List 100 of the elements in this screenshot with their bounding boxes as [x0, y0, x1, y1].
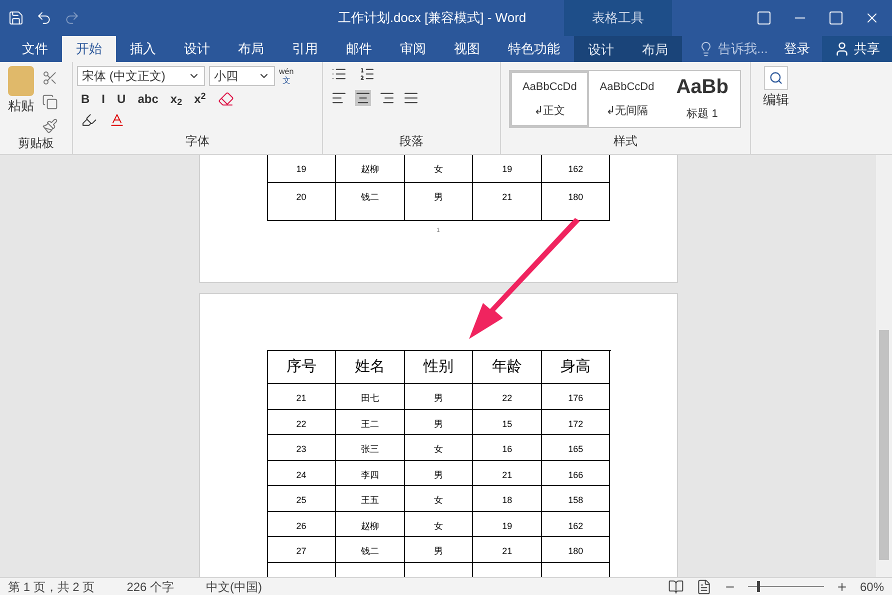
read-mode-icon[interactable]	[668, 578, 684, 594]
table-cell: 19	[473, 512, 542, 537]
table-cell: 21	[473, 183, 542, 221]
table-cell: 序号	[268, 351, 336, 384]
restore-icon[interactable]	[756, 10, 772, 26]
align-right-icon[interactable]	[379, 90, 395, 106]
ribbon-tab[interactable]: 布局	[224, 36, 278, 62]
zoom-in-icon[interactable]	[836, 580, 848, 592]
align-center-icon[interactable]	[355, 90, 371, 106]
format-button[interactable]: I	[102, 90, 106, 108]
table-cell: 男	[404, 183, 474, 221]
paste-button[interactable]: 粘贴	[8, 66, 34, 134]
table-cell: 162	[542, 512, 610, 537]
cut-icon[interactable]	[42, 70, 58, 86]
table-cell: 男	[404, 537, 474, 562]
font-color-icon[interactable]	[109, 112, 125, 128]
table-cell: 15	[473, 410, 542, 435]
table-cell: 180	[542, 537, 610, 562]
ribbon-tab[interactable]: 插入	[116, 36, 170, 62]
table-cell: 172	[542, 410, 610, 435]
tell-me-field[interactable]: 告诉我...	[718, 39, 768, 59]
table-cell: 张三	[336, 435, 405, 460]
ribbon-tab[interactable]: 设计	[574, 36, 628, 62]
font-size-dropdown[interactable]: 小四	[209, 66, 275, 86]
table-cell: 21	[473, 460, 542, 486]
print-layout-icon[interactable]	[696, 578, 712, 594]
save-icon[interactable]	[8, 10, 24, 26]
context-title: 表格工具	[564, 0, 672, 36]
zoom-thumb[interactable]	[756, 581, 760, 592]
maximize-icon[interactable]	[828, 10, 844, 26]
table-cell: 23	[268, 435, 336, 460]
table-cell: 19	[268, 155, 336, 183]
ribbon-tab[interactable]: 特色功能	[494, 36, 574, 62]
justify-icon[interactable]	[403, 90, 419, 106]
table-cell: 女	[404, 512, 474, 537]
table-cell: 16	[473, 435, 542, 460]
table-cell: 钱二	[336, 537, 405, 562]
undo-icon[interactable]	[36, 10, 52, 26]
ribbon-tab[interactable]: 布局	[628, 36, 682, 62]
word-count[interactable]: 226 个字	[126, 578, 174, 595]
table-cell: 27	[268, 537, 336, 562]
table-cell: 176	[542, 384, 610, 410]
person-icon	[834, 41, 850, 57]
language[interactable]: 中文(中国)	[206, 578, 262, 595]
table-cell: 20	[268, 183, 336, 221]
ribbon-tab[interactable]: 文件	[8, 36, 62, 62]
share-button[interactable]: 共享	[822, 36, 892, 62]
format-button[interactable]: x$^{2}$	[194, 90, 206, 108]
sign-in-link[interactable]: 登录	[772, 39, 822, 59]
table-cell: 158	[542, 486, 610, 512]
ribbon-tab[interactable]: 审阅	[386, 36, 440, 62]
format-button[interactable]: B	[81, 90, 90, 108]
table-cell: 22	[268, 410, 336, 435]
zoom-level[interactable]: 60%	[860, 578, 884, 595]
window-title: 工作计划.docx [兼容模式] - Word	[336, 9, 528, 28]
table-cell: 王二	[336, 410, 405, 435]
ribbon-tab[interactable]: 邮件	[332, 36, 386, 62]
numbering-icon[interactable]	[359, 66, 375, 82]
format-button[interactable]: abc	[138, 90, 158, 108]
table-cell: 24	[268, 460, 336, 486]
group-label: 字体	[184, 133, 210, 150]
page-count[interactable]: 第 1 页，共 2 页	[8, 578, 95, 595]
align-left-icon[interactable]	[331, 90, 347, 106]
group-label: 样式	[612, 133, 638, 150]
vertical-scrollbar[interactable]	[876, 155, 892, 577]
table-cell: 18	[473, 486, 542, 512]
copy-icon[interactable]	[42, 94, 58, 110]
table-cell: 25	[268, 486, 336, 512]
format-painter-icon[interactable]	[42, 118, 58, 134]
table-cell: 女	[404, 486, 474, 512]
font-name-dropdown[interactable]: 宋体 (中文正文)	[77, 66, 205, 86]
table-cell: 姓名	[336, 351, 405, 384]
table-cell: 田七	[336, 384, 405, 410]
ribbon-tab[interactable]: 引用	[278, 36, 332, 62]
table-cell: 钱二	[336, 183, 405, 221]
table-cell: 162	[542, 155, 610, 183]
highlighter-icon[interactable]	[81, 112, 97, 128]
ribbon-tab[interactable]: 设计	[170, 36, 224, 62]
group-label: 段落	[398, 133, 424, 150]
eraser-icon[interactable]	[218, 91, 234, 107]
format-button[interactable]: U	[117, 90, 126, 108]
table-cell: 年龄	[473, 351, 542, 384]
phonetic-guide-button[interactable]: wén 文	[279, 67, 294, 85]
style-gallery-item[interactable]: AaBbCcDd ↲正文	[510, 71, 590, 127]
table-cell: 性别	[404, 351, 474, 384]
style-gallery-item[interactable]: AaBbCcDd ↲无间隔	[589, 71, 665, 127]
table-cell: 女	[404, 155, 474, 183]
table-cell: 21	[473, 537, 542, 562]
ribbon-tab[interactable]: 视图	[440, 36, 494, 62]
table-cell: 李四	[336, 460, 405, 486]
table-cell: 22	[473, 384, 542, 410]
table-cell: 女	[404, 435, 474, 460]
style-gallery-item[interactable]: AaBb 标题 1	[664, 71, 740, 127]
table-cell: 男	[404, 410, 474, 435]
table-cell: 26	[268, 512, 336, 537]
table-cell: 男	[404, 460, 474, 486]
table-cell: 男	[404, 384, 474, 410]
format-button[interactable]: x$_{2}$	[170, 90, 182, 108]
zoom-slider[interactable]	[748, 581, 824, 592]
ribbon-tab[interactable]: 开始	[62, 36, 116, 62]
